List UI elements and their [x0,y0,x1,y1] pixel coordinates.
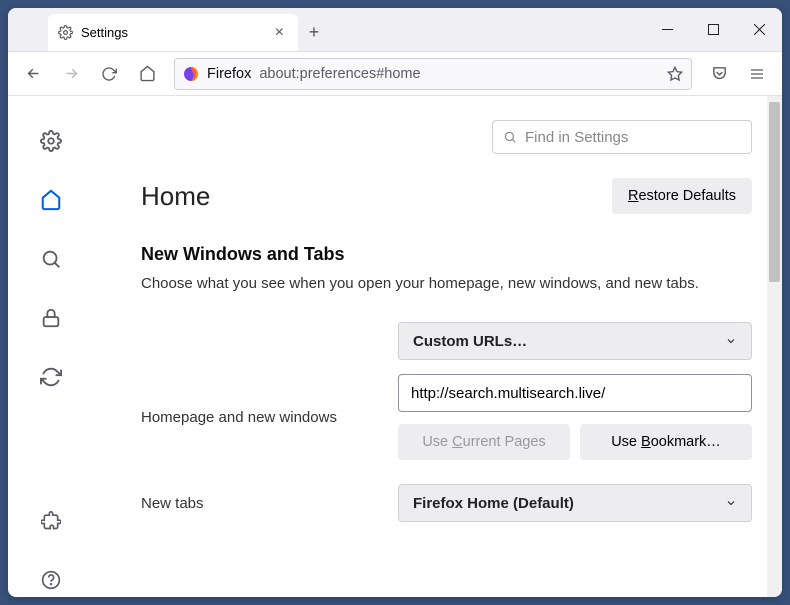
url-path: about:preferences#home [259,66,420,82]
navigation-toolbar: Firefox about:preferences#home [8,52,782,96]
homepage-mode-select[interactable]: Custom URLs… [398,322,752,360]
reload-button[interactable] [92,58,126,90]
back-button[interactable] [16,58,50,90]
maximize-button[interactable] [690,8,736,51]
section-heading: New Windows and Tabs [141,244,752,265]
homepage-url-input[interactable] [398,374,752,412]
url-bar[interactable]: Firefox about:preferences#home [174,58,692,90]
chevron-down-icon [725,497,737,509]
sidebar-item-general[interactable] [34,124,68,158]
minimize-button[interactable] [644,8,690,51]
home-button[interactable] [130,58,164,90]
window-controls [644,8,782,51]
chevron-down-icon [725,335,737,347]
sidebar-item-search[interactable] [34,242,68,276]
use-current-pages-button: Use Current Pages [398,424,570,460]
gear-icon [58,25,73,40]
tab-close-icon[interactable]: × [271,24,288,42]
restore-defaults-button[interactable]: Restore Defaults [612,178,752,214]
section-description: Choose what you see when you open your h… [141,275,752,292]
bookmark-star-icon[interactable] [667,66,683,82]
firefox-icon [183,66,199,82]
close-button[interactable] [736,8,782,51]
new-tab-button[interactable]: + [298,14,330,51]
sidebar-item-privacy[interactable] [34,301,68,335]
sidebar-item-home[interactable] [34,183,68,217]
content-area: Find in Settings Home Restore Defaults N… [8,96,782,597]
app-menu-button[interactable] [740,58,774,90]
scrollbar[interactable] [767,96,782,597]
homepage-label: Homepage and new windows [141,409,391,426]
page-title: Home [141,181,210,212]
tab-settings[interactable]: Settings × [48,14,298,51]
url-prefix: Firefox [207,66,251,82]
select-value: Firefox Home (Default) [413,495,574,512]
pocket-button[interactable] [702,58,736,90]
forward-button [54,58,88,90]
use-bookmark-button[interactable]: Use Bookmark… [580,424,752,460]
main-panel: Find in Settings Home Restore Defaults N… [93,96,782,597]
newtabs-select[interactable]: Firefox Home (Default) [398,484,752,522]
settings-sidebar [8,96,93,597]
search-icon [503,130,517,144]
title-bar: Settings × + [8,8,782,52]
sidebar-item-sync[interactable] [34,360,68,394]
browser-window: Settings × + Firefox about:preferences#h… [8,8,782,597]
scrollbar-thumb[interactable] [769,102,780,282]
newtabs-label: New tabs [141,495,391,512]
sidebar-item-help[interactable] [34,563,68,597]
sidebar-item-extensions[interactable] [34,504,68,538]
tab-title: Settings [81,25,128,40]
select-value: Custom URLs… [413,333,527,350]
search-input[interactable]: Find in Settings [492,120,752,154]
search-placeholder: Find in Settings [525,129,628,146]
